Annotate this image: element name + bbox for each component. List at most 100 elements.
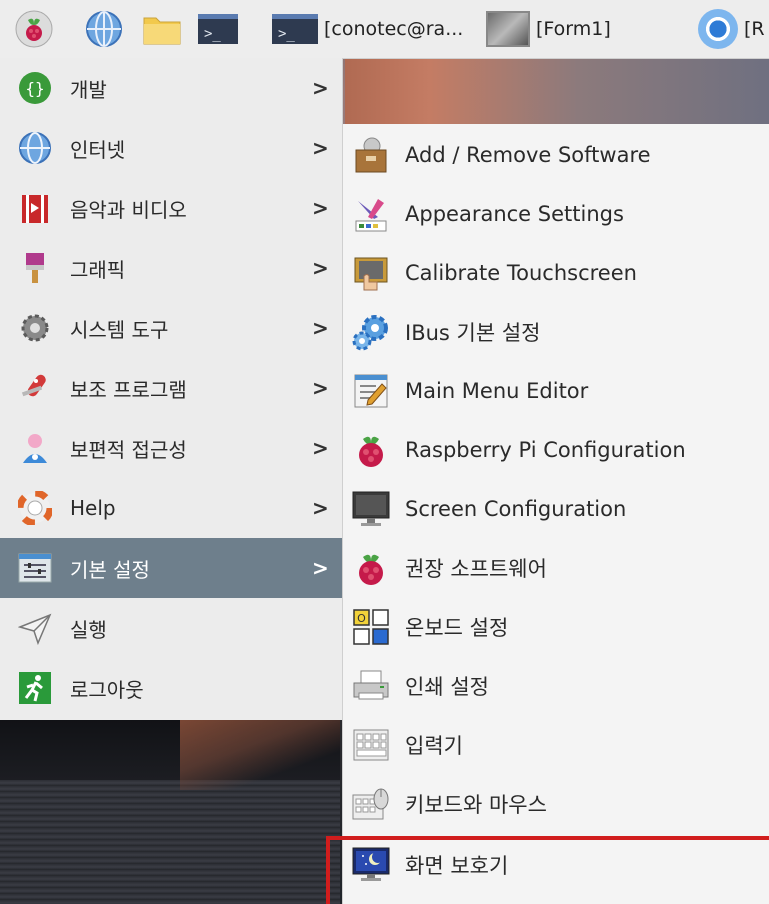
submenu-item-label: 키보드와 마우스	[405, 793, 547, 817]
main-menu: {} 개발 > 인터넷 > 음악과 비디오 > 그래픽 > 시스템 도구 > 보…	[0, 58, 343, 720]
submenu-item-label: Add / Remove Software	[405, 143, 651, 167]
menu-item-label: 보편적 접근성	[70, 437, 187, 462]
menu-item-label: 보조 프로그램	[70, 377, 187, 402]
submenu-item-add-remove-software[interactable]: Add / Remove Software	[343, 126, 769, 184]
menu-item-label: 그래픽	[70, 257, 126, 282]
submenu-item-label: 입력기	[405, 734, 463, 758]
submenu-arrow-icon: >	[312, 256, 329, 280]
raspberry-menu-button[interactable]	[14, 10, 54, 48]
menu-item-graphics[interactable]: 그래픽 >	[0, 240, 342, 296]
terminal-launcher[interactable]: >_	[198, 10, 238, 48]
submenu-item-appearance-settings[interactable]: Appearance Settings	[343, 185, 769, 243]
submenu-item-label: IBus 기본 설정	[405, 321, 541, 345]
menu-item-accessibility[interactable]: 보편적 접근성 >	[0, 420, 342, 476]
help-icon	[16, 489, 54, 527]
submenu-arrow-icon: >	[312, 316, 329, 340]
logout-icon	[16, 669, 54, 707]
submenu-item-screen-configuration[interactable]: Screen Configuration	[343, 480, 769, 538]
menu-item-label: 로그아웃	[70, 677, 144, 702]
submenu-item-label: 권장 소프트웨어	[405, 557, 547, 581]
submenu-arrow-icon: >	[312, 76, 329, 100]
accessories-icon	[16, 369, 54, 407]
menu-editor-icon	[349, 369, 393, 413]
menu-item-run[interactable]: 실행	[0, 600, 342, 656]
menu-item-label: 인터넷	[70, 137, 126, 162]
submenu-item-ibus-preferences[interactable]: IBus 기본 설정	[343, 303, 769, 361]
submenu-item-label: Raspberry Pi Configuration	[405, 438, 686, 462]
menu-item-accessories[interactable]: 보조 프로그램 >	[0, 360, 342, 416]
gear-icon	[349, 310, 393, 354]
sky-clouds	[345, 58, 769, 124]
taskbar-task-form1[interactable]: [Form1]	[486, 8, 611, 50]
keyboard-mouse-icon	[349, 782, 393, 826]
system-tools-icon	[16, 309, 54, 347]
submenu-item-onboard-settings[interactable]: O 온보드 설정	[343, 598, 769, 656]
raspberry-icon	[15, 10, 53, 48]
menu-item-system-tools[interactable]: 시스템 도구 >	[0, 300, 342, 356]
menu-item-label: 시스템 도구	[70, 317, 169, 342]
taskbar-task-label: [R	[744, 18, 765, 40]
svg-text:O: O	[357, 612, 366, 625]
menu-item-help[interactable]: Help >	[0, 480, 342, 536]
appearance-icon	[349, 192, 393, 236]
globe-icon	[86, 11, 122, 47]
taskbar-task-label: [conotec@ra...	[324, 18, 464, 40]
taskbar: >_ >_ [conotec@ra... [Form1] [R	[0, 0, 769, 59]
submenu-arrow-icon: >	[312, 556, 329, 580]
submenu-item-label: Main Menu Editor	[405, 379, 589, 403]
menu-item-logout[interactable]: 로그아웃	[0, 660, 342, 716]
menu-item-sound-video[interactable]: 음악과 비디오 >	[0, 180, 342, 236]
accessibility-icon	[16, 429, 54, 467]
form-window-icon	[486, 11, 530, 47]
submenu-item-keyboard-mouse[interactable]: 키보드와 마우스	[343, 775, 769, 833]
menu-item-label: 기본 설정	[70, 557, 150, 582]
file-manager-launcher[interactable]	[142, 10, 182, 48]
run-icon	[16, 609, 54, 647]
submenu-item-recommended-software[interactable]: 권장 소프트웨어	[343, 539, 769, 597]
submenu-item-input-method[interactable]: 입력기	[343, 716, 769, 774]
sound-video-icon	[16, 189, 54, 227]
menu-item-internet[interactable]: 인터넷 >	[0, 120, 342, 176]
submenu-item-label: Calibrate Touchscreen	[405, 261, 637, 285]
menu-item-preferences[interactable]: 기본 설정 >	[0, 538, 342, 598]
submenu-item-label: Screen Configuration	[405, 497, 627, 521]
web-browser-launcher[interactable]	[84, 10, 124, 48]
submenu-item-calibrate-touchscreen[interactable]: Calibrate Touchscreen	[343, 244, 769, 302]
programming-icon: {}	[16, 69, 54, 107]
submenu-item-raspberry-pi-configuration[interactable]: Raspberry Pi Configuration	[343, 421, 769, 479]
keyboard-icon	[349, 723, 393, 767]
menu-item-programming[interactable]: {} 개발 >	[0, 60, 342, 116]
submenu-item-main-menu-editor[interactable]: Main Menu Editor	[343, 362, 769, 420]
sea-horizon	[0, 720, 340, 904]
submenu-arrow-icon: >	[312, 436, 329, 460]
taskbar-task-terminal[interactable]: >_ [conotec@ra...	[272, 8, 463, 50]
taskbar-task-label: [Form1]	[536, 18, 611, 40]
submenu-arrow-icon: >	[312, 136, 329, 160]
submenu-item-print-settings[interactable]: 인쇄 설정	[343, 657, 769, 715]
submenu-arrow-icon: >	[312, 196, 329, 220]
taskbar-task-chromium[interactable]: [R	[698, 8, 765, 50]
menu-item-label: Help	[70, 496, 116, 520]
touchscreen-icon	[349, 251, 393, 295]
onboard-icon: O	[349, 605, 393, 649]
terminal-icon: >_	[272, 14, 318, 44]
submenu-item-label: 온보드 설정	[405, 616, 509, 640]
terminal-icon: >_	[198, 14, 238, 44]
preferences-submenu: Add / Remove Software Appearance Setting…	[342, 124, 769, 904]
package-icon	[349, 133, 393, 177]
submenu-arrow-icon: >	[312, 496, 329, 520]
raspberry-icon	[349, 546, 393, 590]
chromium-icon	[698, 9, 738, 49]
submenu-item-label: 인쇄 설정	[405, 675, 489, 699]
highlight-annotation-box	[326, 836, 769, 904]
preferences-icon	[16, 549, 54, 587]
menu-item-label: 음악과 비디오	[70, 197, 187, 222]
folder-icon	[143, 17, 181, 45]
raspberry-icon	[349, 428, 393, 472]
svg-text:{}: {}	[25, 79, 44, 98]
menu-item-label: 개발	[70, 77, 107, 102]
menu-item-label: 실행	[70, 617, 107, 642]
monitor-icon	[349, 487, 393, 531]
printer-icon	[349, 664, 393, 708]
graphics-icon	[16, 249, 54, 287]
